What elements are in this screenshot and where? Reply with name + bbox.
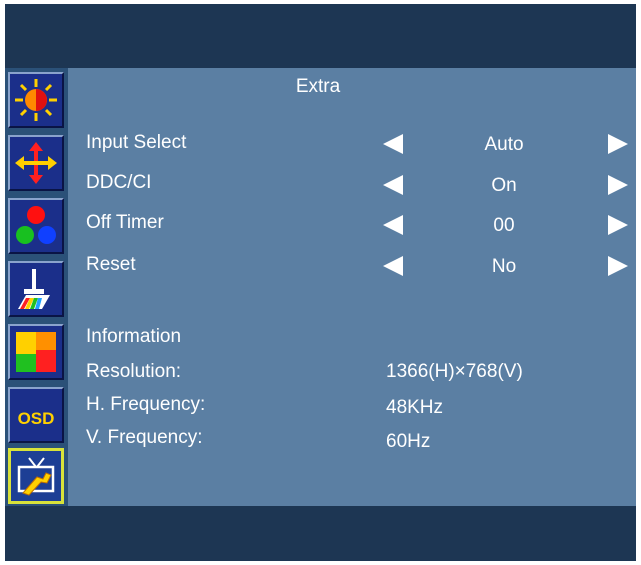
input-select-left-arrow-icon[interactable] <box>383 134 405 154</box>
osd-icon[interactable]: OSD <box>8 387 64 443</box>
extra-panel: Extra Input Select Auto DDC/CI On Off Ti… <box>68 68 636 506</box>
brightness-contrast-icon[interactable] <box>8 72 64 128</box>
off-timer-left-arrow-icon[interactable] <box>383 215 405 235</box>
v-frequency-label: V. Frequency: <box>86 427 203 448</box>
information-heading: Information <box>86 326 182 347</box>
reset-right-arrow-icon[interactable] <box>606 256 628 276</box>
reset-value[interactable]: No <box>444 256 564 278</box>
h-frequency-label: H. Frequency: <box>86 394 206 415</box>
reset-left-arrow-icon[interactable] <box>383 256 405 276</box>
off-timer-value[interactable]: 00 <box>444 215 564 237</box>
picture-icon[interactable] <box>8 261 64 317</box>
extra-icon[interactable] <box>8 448 64 504</box>
svg-text:OSD: OSD <box>18 409 55 428</box>
input-icon[interactable] <box>8 324 64 380</box>
v-frequency-value: 60Hz <box>386 431 431 452</box>
off-timer-right-arrow-icon[interactable] <box>606 215 628 235</box>
ddc-ci-label: DDC/CI <box>86 172 152 193</box>
resolution-label: Resolution: <box>86 361 182 382</box>
position-icon[interactable] <box>8 135 64 191</box>
h-frequency-value: 48KHz <box>386 397 444 418</box>
ddc-ci-left-arrow-icon[interactable] <box>383 175 405 195</box>
resolution-value: 1366(H)×768(V) <box>386 361 523 382</box>
input-select-value[interactable]: Auto <box>444 134 564 156</box>
bottom-bar <box>5 506 636 561</box>
page-title: Extra <box>295 76 341 97</box>
off-timer-label: Off Timer <box>86 212 164 233</box>
menu-sidebar: OSD <box>5 68 68 506</box>
input-select-right-arrow-icon[interactable] <box>606 134 628 154</box>
osd-menu: OSD Extra Input Select Auto DDC/CI On Of… <box>5 4 636 561</box>
ddc-ci-right-arrow-icon[interactable] <box>606 175 628 195</box>
top-bar <box>5 4 636 68</box>
input-select-label: Input Select <box>86 132 187 153</box>
ddc-ci-value[interactable]: On <box>444 175 564 197</box>
reset-label: Reset <box>86 254 136 275</box>
color-icon[interactable] <box>8 198 64 254</box>
